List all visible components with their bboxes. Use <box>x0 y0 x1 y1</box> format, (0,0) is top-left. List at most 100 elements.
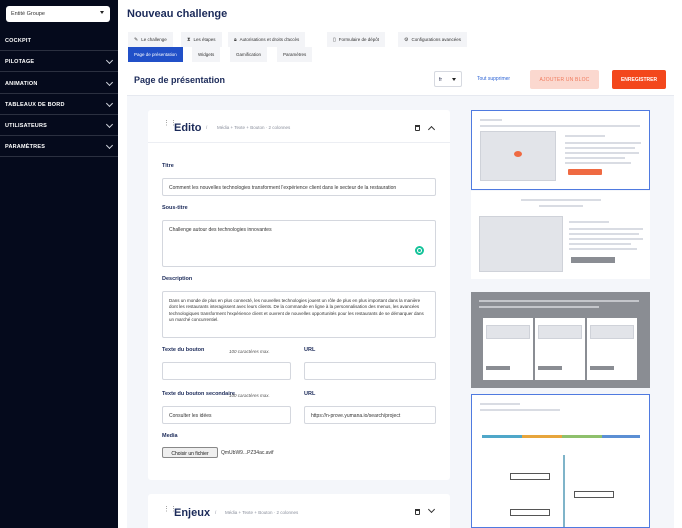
sidebar-item-tableaux-de-bord[interactable]: TABLEAUX DE BORD <box>0 94 118 115</box>
choose-file-button[interactable]: Choisir un fichier <box>162 447 218 458</box>
sidebar-item-utilisateurs[interactable]: UTILISATEURS <box>0 115 118 136</box>
sidebar-item-label: PILOTAGE <box>5 59 35 65</box>
preview-block-edito[interactable] <box>471 110 650 190</box>
trash-icon[interactable] <box>415 509 420 515</box>
preview-line <box>565 162 631 164</box>
preview-media-placeholder <box>479 216 563 272</box>
timeline-card <box>510 509 550 516</box>
gear-icon: ⚙ <box>404 37 409 43</box>
entity-select[interactable]: Entité Groupe <box>6 6 110 22</box>
tab-formulaire-de-depot[interactable]: ▯ Formulaire de dépôt <box>327 32 386 47</box>
delete-all-link[interactable]: Tout supprimer <box>477 76 510 82</box>
block-title: Enjeux <box>174 507 211 519</box>
content-header: Page de présentation fr Tout supprimer A… <box>127 63 674 96</box>
preview-media-placeholder <box>590 325 634 339</box>
preview-block-cards[interactable] <box>471 292 650 388</box>
url2-input[interactable]: https://n-prove.yumana.io/search/project <box>304 406 436 424</box>
preview-button <box>590 366 614 370</box>
block-separator: / <box>206 125 208 130</box>
sidebar-item-cockpit[interactable]: COCKPIT <box>0 30 118 51</box>
secondary-button-hint: 100 caractères max. <box>229 393 270 398</box>
preview-line <box>565 142 641 144</box>
tab-autorisations[interactable]: 🔒︎ Autorisations et droits d'accès <box>228 32 306 47</box>
subtab-widgets[interactable]: Widgets <box>192 47 221 62</box>
lock-icon: 🔒︎ <box>234 37 237 43</box>
media-label: Media <box>162 433 178 439</box>
drag-handle-icon[interactable]: ⋮⋮ <box>163 506 177 518</box>
preview-line <box>569 228 643 230</box>
trash-icon[interactable] <box>415 125 420 131</box>
sidebar-item-label: TABLEAUX DE BORD <box>5 102 65 108</box>
preview-line <box>569 243 631 245</box>
block-subtitle: Média + Texte + Bouton · 2 colonnes <box>217 125 291 130</box>
preview-line <box>521 199 601 201</box>
preview-line <box>480 403 520 405</box>
sidebar-item-parametres[interactable]: PARAMÈTRES <box>0 136 118 157</box>
tab-label: Le challenge <box>141 37 167 42</box>
caret-down-icon <box>100 11 104 14</box>
preview-button <box>538 366 562 370</box>
pencil-icon: ✎ <box>134 37 139 43</box>
save-button[interactable]: ENREGISTRER <box>612 70 666 89</box>
add-block-button[interactable]: AJOUTER UN BLOC <box>530 70 599 89</box>
content-panel: Page de présentation fr Tout supprimer A… <box>127 63 674 528</box>
subtab-gamification[interactable]: Gamification <box>230 47 268 62</box>
timeline-segment <box>522 435 562 438</box>
subtab-page-de-presentation[interactable]: Page de présentation <box>128 47 183 62</box>
button-text-input[interactable] <box>162 362 291 380</box>
preview-line <box>565 152 639 154</box>
timeline-card <box>510 473 550 480</box>
subtab-label: Paramètres <box>283 52 307 57</box>
content-title: Page de présentation <box>134 75 226 85</box>
language-select[interactable]: fr <box>434 71 462 87</box>
url2-label: URL <box>304 391 316 397</box>
title-input[interactable]: Comment les nouvelles technologies trans… <box>162 178 436 196</box>
preview-line <box>565 135 605 137</box>
block-title: Edito <box>174 122 202 134</box>
chevron-down-icon <box>105 78 114 87</box>
preview-line <box>479 306 599 308</box>
chevron-down-icon <box>105 120 114 129</box>
timeline-segment <box>562 435 602 438</box>
block-card-edito: ⋮⋮ Edito / Média + Texte + Bouton · 2 co… <box>148 110 450 480</box>
preview-block-enjeux[interactable] <box>471 191 650 279</box>
preview-line <box>569 238 643 240</box>
drag-handle-icon[interactable]: ⋮⋮ <box>163 120 177 132</box>
tab-label: Formulaire de dépôt <box>338 37 380 42</box>
sidebar-item-pilotage[interactable]: PILOTAGE <box>0 51 118 72</box>
subtitle-textarea[interactable]: Challenge autour des technologies innova… <box>162 220 436 267</box>
chevron-down-icon[interactable] <box>427 505 436 514</box>
tab-les-etapes[interactable]: ⧗ Les étapes <box>181 32 222 47</box>
preview-line <box>569 233 639 235</box>
page-title: Nouveau challenge <box>127 8 228 20</box>
chevron-down-icon <box>105 141 114 150</box>
hourglass-icon: ⧗ <box>187 37 191 43</box>
preview-block-timeline[interactable] <box>471 394 650 528</box>
preview-line <box>479 300 639 302</box>
preview-media-placeholder <box>486 325 530 339</box>
url-input[interactable] <box>304 362 436 380</box>
timeline-axis <box>563 455 565 527</box>
sidebar-item-label: ANIMATION <box>5 81 38 87</box>
subtitle-label: Sous-titre <box>162 205 188 211</box>
sidebar-item-animation[interactable]: ANIMATION <box>0 73 118 94</box>
subtitle-text: Challenge autour des technologies innova… <box>169 227 272 233</box>
grammarly-icon[interactable] <box>415 246 424 255</box>
sidebar-item-label: UTILISATEURS <box>5 123 48 129</box>
block-separator: / <box>215 510 217 515</box>
tab-configurations-avancees[interactable]: ⚙ Configurations avancées <box>398 32 468 47</box>
subtab-label: Gamification <box>236 52 262 57</box>
preview-media-placeholder <box>538 325 582 339</box>
secondary-button-input[interactable]: Consulter les idées <box>162 406 291 424</box>
block-card-enjeux: ⋮⋮ Enjeux / Média + Texte + Bouton · 2 c… <box>148 494 450 528</box>
preview-line <box>480 409 560 411</box>
button-text-label: Texte du bouton <box>162 347 205 353</box>
subtab-parametres[interactable]: Paramètres <box>277 47 313 62</box>
caret-down-icon <box>452 78 456 81</box>
secondary-button-label: Texte du bouton secondaire <box>162 391 235 397</box>
tab-le-challenge[interactable]: ✎ Le challenge <box>128 32 173 47</box>
chevron-up-icon[interactable] <box>427 125 436 134</box>
sidebar-item-label: PARAMÈTRES <box>5 144 46 150</box>
description-textarea[interactable]: Dans un monde de plus en plus connecté, … <box>162 291 436 338</box>
play-icon <box>514 151 522 157</box>
